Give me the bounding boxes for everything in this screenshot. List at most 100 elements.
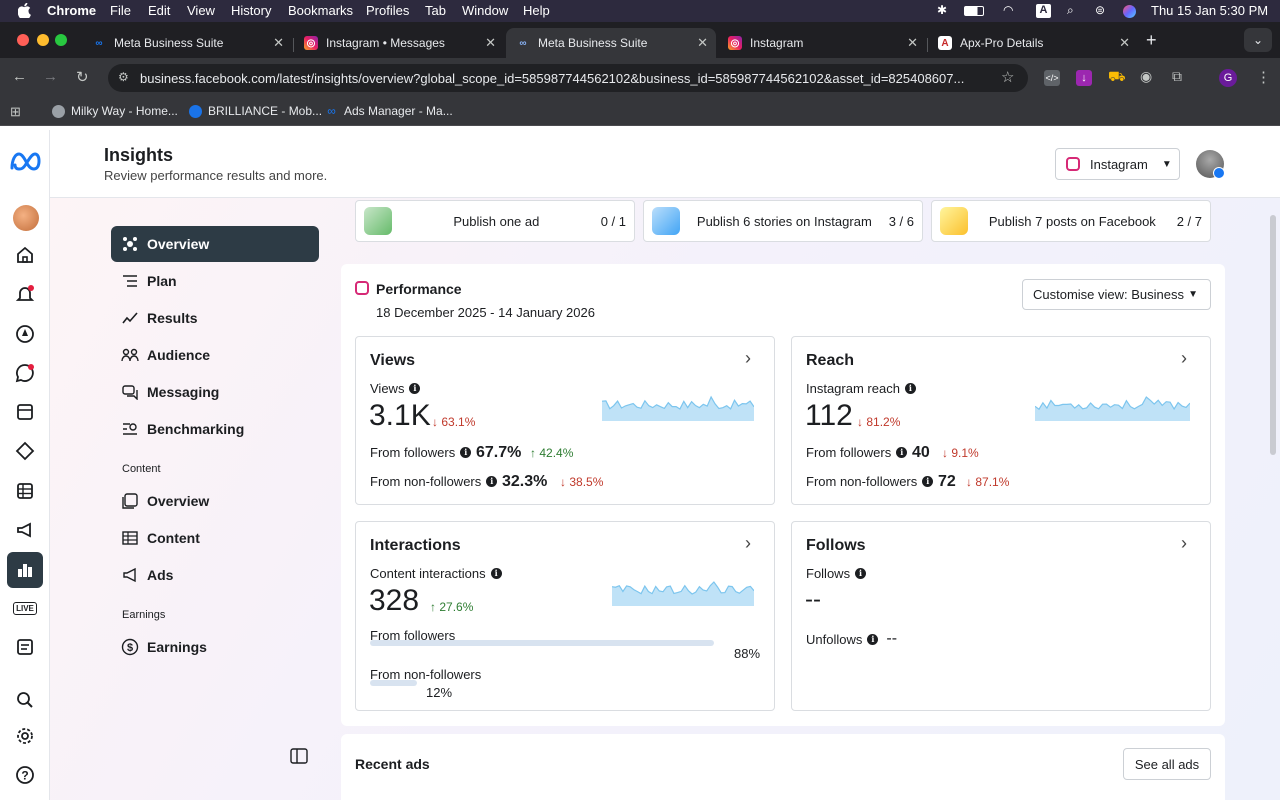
page-scrollbar[interactable]: [1270, 215, 1276, 455]
menu-tab[interactable]: Tab: [425, 3, 446, 18]
apple-icon[interactable]: [17, 2, 31, 21]
nav-content[interactable]: Content: [111, 520, 319, 556]
compass-icon[interactable]: [13, 322, 37, 346]
info-icon[interactable]: i: [896, 447, 908, 458]
spotlight-icon[interactable]: ⌕: [1067, 3, 1074, 18]
input-source-icon[interactable]: A: [1036, 4, 1051, 18]
nav-results[interactable]: Results: [111, 300, 319, 336]
extension-download-icon[interactable]: ↓: [1076, 70, 1092, 86]
browser-tab[interactable]: ◎ Instagram ✕: [718, 28, 926, 58]
home-icon[interactable]: [13, 243, 37, 267]
live-icon[interactable]: LIVE: [13, 596, 37, 620]
notifications-icon[interactable]: [13, 282, 37, 306]
nav-content-overview[interactable]: Overview: [111, 483, 319, 519]
nav-ads[interactable]: Ads: [111, 557, 319, 593]
nav-overview[interactable]: Overview: [111, 226, 319, 262]
address-bar[interactable]: ⚙ business.facebook.com/latest/insights/…: [108, 64, 1028, 92]
close-tab-icon[interactable]: ✕: [273, 35, 284, 51]
extension-code-icon[interactable]: </>: [1044, 70, 1060, 86]
account-selector[interactable]: Instagram ▼: [1055, 148, 1180, 180]
publish-ad-tile[interactable]: Publish one ad 0 / 1: [355, 200, 635, 242]
new-tab-icon[interactable]: +: [1146, 30, 1157, 51]
nav-benchmarking[interactable]: Benchmarking: [111, 411, 319, 447]
info-icon[interactable]: i: [867, 633, 879, 645]
wifi-icon[interactable]: ◠: [1003, 3, 1013, 17]
extension-camera-icon[interactable]: ◉: [1140, 68, 1152, 85]
chevron-right-icon[interactable]: ›: [1181, 348, 1187, 369]
apps-grid-icon[interactable]: ⊞: [10, 104, 21, 120]
nav-audience[interactable]: Audience: [111, 337, 319, 373]
menu-bookmarks[interactable]: Bookmarks: [288, 3, 353, 18]
close-tab-icon[interactable]: ✕: [485, 35, 496, 51]
minimize-window-icon[interactable]: [37, 34, 49, 46]
menu-window[interactable]: Window: [462, 3, 508, 18]
browser-tab[interactable]: ∞ Meta Business Suite ✕: [82, 28, 292, 58]
tab-search-icon[interactable]: ⌄: [1244, 28, 1272, 52]
site-info-icon[interactable]: ⚙: [118, 70, 129, 84]
info-icon[interactable]: i: [855, 568, 867, 579]
menu-profiles[interactable]: Profiles: [366, 3, 409, 18]
nav-earnings[interactable]: $ Earnings: [111, 629, 319, 665]
megaphone-icon[interactable]: [13, 518, 37, 542]
account-avatar[interactable]: [13, 205, 39, 231]
chevron-right-icon[interactable]: ›: [1181, 533, 1187, 554]
close-tab-icon[interactable]: ✕: [907, 35, 918, 51]
insights-icon[interactable]: [7, 552, 43, 588]
ads-diamond-icon[interactable]: [13, 439, 37, 463]
close-tab-icon[interactable]: ✕: [697, 35, 708, 51]
bluetooth-icon[interactable]: ✱: [937, 3, 947, 17]
close-tab-icon[interactable]: ✕: [1119, 35, 1130, 51]
menubar-app-name[interactable]: Chrome: [47, 3, 96, 18]
search-icon[interactable]: [13, 688, 37, 712]
planner-grid-icon[interactable]: [13, 479, 37, 503]
siri-icon[interactable]: [1123, 5, 1136, 18]
menu-help[interactable]: Help: [523, 3, 550, 18]
user-avatar[interactable]: [1196, 150, 1225, 179]
menu-history[interactable]: History: [231, 3, 271, 18]
browser-tab[interactable]: ◎ Instagram • Messages ✕: [294, 28, 504, 58]
settings-gear-icon[interactable]: [13, 724, 37, 748]
nav-section-content: Content: [122, 463, 161, 475]
close-window-icon[interactable]: [17, 34, 29, 46]
browser-menu-icon[interactable]: ⋮: [1256, 68, 1271, 86]
battery-icon[interactable]: [964, 5, 984, 19]
extension-cart-icon[interactable]: ⛟: [1108, 68, 1126, 87]
info-icon[interactable]: i: [922, 476, 934, 487]
info-icon[interactable]: i: [904, 383, 916, 394]
profile-avatar[interactable]: G: [1219, 69, 1237, 87]
control-center-icon[interactable]: ⊜: [1095, 3, 1105, 17]
forward-icon[interactable]: →: [43, 68, 58, 85]
publish-posts-tile[interactable]: Publish 7 posts on Facebook 2 / 7: [931, 200, 1211, 242]
browser-tab[interactable]: A Apx-Pro Details ✕: [928, 28, 1138, 58]
info-icon[interactable]: i: [490, 568, 502, 579]
nav-plan[interactable]: Plan: [111, 263, 319, 299]
nav-messaging[interactable]: Messaging: [111, 374, 319, 410]
browser-tab-active[interactable]: ∞ Meta Business Suite ✕: [506, 28, 716, 58]
info-icon[interactable]: i: [460, 447, 472, 458]
extensions-puzzle-icon[interactable]: ⧉: [1172, 68, 1182, 85]
reload-icon[interactable]: ↻: [76, 68, 89, 86]
menubar-clock[interactable]: Thu 15 Jan 5:30 PM: [1151, 3, 1268, 18]
help-icon[interactable]: ?: [13, 763, 37, 787]
info-icon[interactable]: i: [486, 476, 498, 487]
menu-edit[interactable]: Edit: [148, 3, 170, 18]
collapse-sidebar-icon[interactable]: [290, 747, 308, 770]
inbox-chat-icon[interactable]: [13, 361, 37, 385]
monetization-icon[interactable]: [13, 635, 37, 659]
posts-icon[interactable]: [13, 400, 37, 424]
see-all-ads-button[interactable]: See all ads: [1123, 748, 1211, 780]
meta-logo-icon[interactable]: [9, 150, 43, 174]
menu-file[interactable]: File: [110, 3, 131, 18]
bookmark-item[interactable]: BRILLIANCE - Mob...: [189, 104, 322, 118]
menu-view[interactable]: View: [187, 3, 215, 18]
bookmark-star-icon[interactable]: ☆: [1001, 68, 1014, 86]
customise-view-dropdown[interactable]: Customise view: Business ▼: [1022, 279, 1211, 310]
bookmark-item[interactable]: Milky Way - Home...: [52, 104, 178, 118]
back-icon[interactable]: ←: [12, 68, 27, 85]
chevron-right-icon[interactable]: ›: [745, 348, 751, 369]
bookmark-item[interactable]: ∞ Ads Manager - Ma...: [325, 104, 453, 118]
info-icon[interactable]: i: [409, 383, 421, 394]
chevron-right-icon[interactable]: ›: [745, 533, 751, 554]
publish-stories-tile[interactable]: Publish 6 stories on Instagram 3 / 6: [643, 200, 923, 242]
maximize-window-icon[interactable]: [55, 34, 67, 46]
